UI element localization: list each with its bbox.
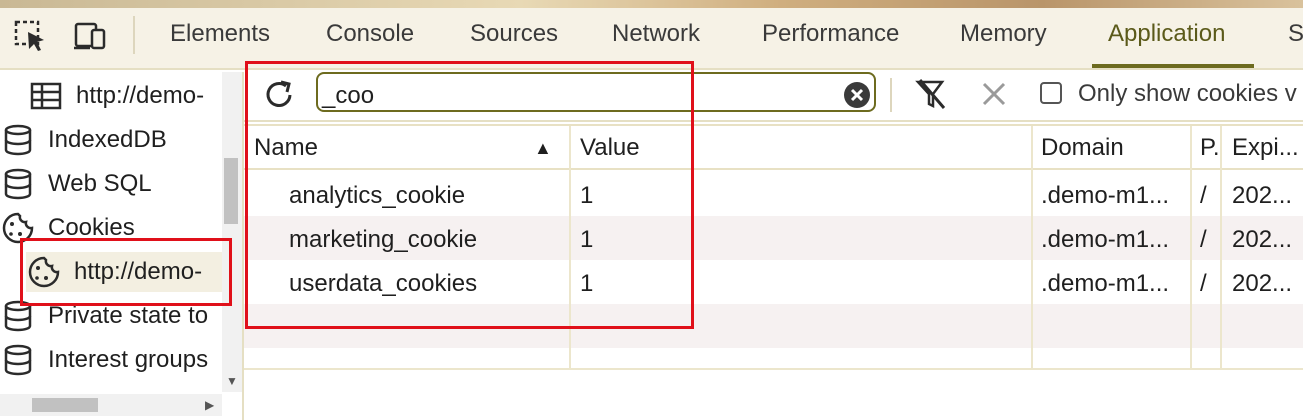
sidebar-scroll-thumb[interactable] xyxy=(224,158,238,224)
column-divider[interactable] xyxy=(1031,126,1033,370)
sidebar-item-table-origin[interactable]: http://demo- xyxy=(28,76,204,116)
toolbar-separator xyxy=(133,16,135,54)
tab-sources[interactable]: Sources xyxy=(470,20,558,48)
highlight-box-origin xyxy=(20,238,232,306)
cell-expires: 202... xyxy=(1232,182,1293,209)
device-toolbar-icon[interactable] xyxy=(72,18,110,54)
cell-expires: 202... xyxy=(1232,226,1293,253)
background-strip xyxy=(0,0,1303,8)
sidebar-item-label: Web SQL xyxy=(48,170,152,197)
tab-network[interactable]: Network xyxy=(612,20,700,48)
tab-console[interactable]: Console xyxy=(326,20,414,48)
sidebar-item-label: Private state to xyxy=(48,302,209,329)
cell-path: / xyxy=(1200,182,1207,209)
only-show-label: Only show cookies v xyxy=(1078,80,1297,107)
column-header-expires[interactable]: Expi... xyxy=(1232,126,1299,170)
cell-path: / xyxy=(1200,270,1207,297)
sidebar-item-web-sql[interactable]: Web SQL xyxy=(0,164,152,204)
only-show-checkbox[interactable] xyxy=(1040,82,1062,104)
database-icon xyxy=(4,168,32,200)
tab-performance[interactable]: Performance xyxy=(762,20,899,48)
sidebar-hscroll-thumb[interactable] xyxy=(32,398,98,412)
inspect-element-icon[interactable] xyxy=(12,18,50,54)
toolbar-separator xyxy=(890,78,892,112)
column-divider[interactable] xyxy=(1190,126,1192,370)
table-icon xyxy=(30,82,62,110)
sidebar-item-label: IndexedDB xyxy=(48,126,167,153)
column-header-domain[interactable]: Domain xyxy=(1041,126,1124,170)
table-bottom-border xyxy=(244,368,1303,370)
tab-overflow[interactable]: S xyxy=(1288,20,1303,48)
sidebar-vertical-scrollbar[interactable] xyxy=(222,72,242,392)
sidebar-item-label: http://demo- xyxy=(76,82,205,109)
cell-domain: .demo-m1... xyxy=(1041,270,1170,297)
cell-domain: .demo-m1... xyxy=(1041,226,1170,253)
cell-domain: .demo-m1... xyxy=(1041,182,1170,209)
table-row-empty xyxy=(244,348,1303,368)
column-divider[interactable] xyxy=(1220,126,1222,370)
tab-elements[interactable]: Elements xyxy=(170,20,270,48)
column-header-path[interactable]: P. xyxy=(1200,126,1220,170)
highlight-box-cookies xyxy=(245,61,694,329)
database-icon xyxy=(4,344,32,376)
tab-memory[interactable]: Memory xyxy=(960,20,1047,48)
scroll-right-arrow-icon[interactable]: ▶ xyxy=(205,398,214,412)
clear-filter-icon[interactable] xyxy=(842,80,872,110)
scroll-down-arrow-icon[interactable]: ▼ xyxy=(226,374,238,388)
sidebar-item-label: Interest groups xyxy=(48,346,209,373)
cell-path: / xyxy=(1200,226,1207,253)
active-tab-indicator xyxy=(1092,64,1254,68)
cell-expires: 202... xyxy=(1232,270,1293,297)
clear-all-cookies-icon[interactable] xyxy=(914,78,950,112)
tab-application[interactable]: Application xyxy=(1108,20,1225,48)
database-icon xyxy=(4,124,32,156)
sidebar-item-indexeddb[interactable]: IndexedDB xyxy=(0,120,167,160)
delete-selected-icon[interactable] xyxy=(980,80,1008,108)
sidebar-item-interest-groups[interactable]: Interest groups xyxy=(0,340,208,380)
